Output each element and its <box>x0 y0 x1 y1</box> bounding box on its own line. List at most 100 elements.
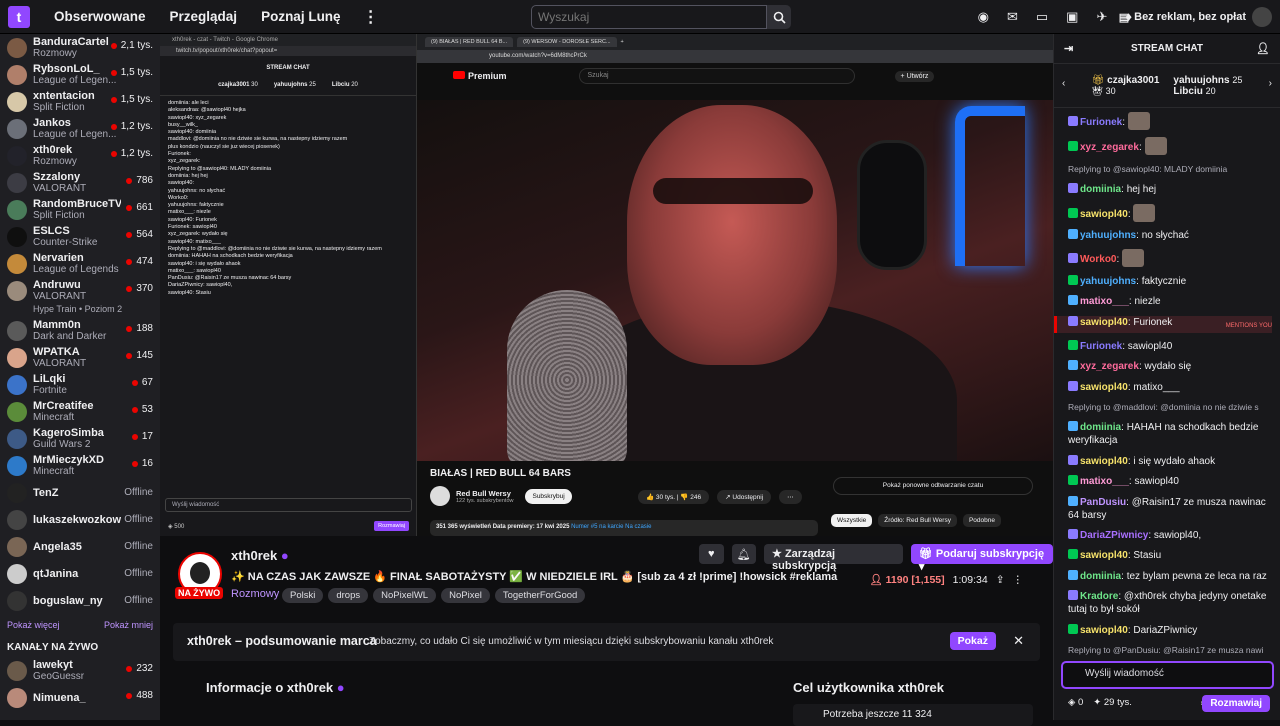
chat-username[interactable]: matixo___ <box>1080 476 1129 487</box>
chat-username[interactable]: Furionek <box>1080 117 1122 128</box>
more-options-icon[interactable]: ⋮ <box>1013 574 1024 586</box>
chat-username[interactable]: Worko0 <box>1080 254 1117 265</box>
stream-player[interactable]: xth0rek - czat - Twitch - Google Chrome … <box>160 34 1053 536</box>
sidebar-channel[interactable]: RandomBruceTV Split Fiction 661 <box>0 196 160 223</box>
chat-username[interactable]: sawiopl40 <box>1080 317 1128 328</box>
show-more-link[interactable]: Pokaż więcej <box>7 620 60 630</box>
user-avatar[interactable] <box>1252 7 1272 27</box>
gift-sub-button[interactable]: 🎁︎ Podaruj subskrypcję ▾ <box>910 544 1054 573</box>
youtube-search[interactable]: Szukaj <box>578 68 855 84</box>
banner-show-button[interactable]: Pokaż <box>949 632 996 650</box>
sidebar-channel[interactable]: Nervarien League of Legends 474 <box>0 250 160 277</box>
nav-luna[interactable]: Poznaj Lunę <box>261 9 341 24</box>
twitch-logo-icon[interactable]: t <box>8 5 30 28</box>
sidebar-channel[interactable]: TenZ Offline <box>0 479 160 506</box>
chat-send-button[interactable]: Rozmawiaj <box>1202 695 1270 712</box>
extensions-icon[interactable]: ✈ <box>1096 9 1107 25</box>
sidebar-channel[interactable]: Nimuena_ 488 <box>0 684 160 711</box>
chat-username[interactable]: sawiopl40 <box>1080 456 1128 467</box>
chat-username[interactable]: sawiopl40 <box>1080 382 1128 393</box>
sidebar-channel[interactable]: boguslaw_ny Offline <box>0 587 160 614</box>
youtube-create-button[interactable]: + Utwórz <box>894 70 935 82</box>
chat-replay-button[interactable]: Pokaż ponowne odtwarzanie czatu <box>833 477 1033 495</box>
share-icon[interactable]: ⇪ <box>996 574 1005 586</box>
close-icon[interactable]: ✕ <box>1013 633 1024 649</box>
chat-username[interactable]: xyz_zegarek <box>1080 142 1139 153</box>
points-indicator[interactable]: ◈ 0 <box>1068 697 1083 708</box>
chip[interactable]: Źródło: Red Bull Wersy <box>878 514 957 527</box>
more-menu-icon[interactable]: ⋮ <box>363 7 379 27</box>
chat-username[interactable]: yahuujohns <box>1080 230 1136 241</box>
sidebar-channel[interactable]: RybsonLoL_ League of Legen... 1,5 tys. <box>0 61 160 88</box>
sidebar-channel[interactable]: qtJanina Offline <box>0 560 160 587</box>
channel-avatar[interactable] <box>430 486 450 506</box>
search-button[interactable] <box>767 5 791 29</box>
video-frame[interactable] <box>417 100 1053 461</box>
streamer-name[interactable]: xth0rek ● <box>231 548 289 563</box>
sidebar-channel[interactable]: xth0rek Rozmowy 1,2 tys. <box>0 142 160 169</box>
sidebar-channel[interactable]: Szzalony VALORANT 786 <box>0 169 160 196</box>
sidebar-channel[interactable]: lawekyt GeoGuessr 232 <box>0 657 160 684</box>
popout-chat-button[interactable]: Rozmawiaj <box>374 521 409 531</box>
sidebar-channel[interactable]: MrCreatifee Minecraft 53 <box>0 398 160 425</box>
notification-bell-icon[interactable]: 🔔︎ <box>731 544 757 564</box>
bits-indicator[interactable]: ✦ 29 tys. <box>1093 697 1132 708</box>
sidebar-channel[interactable]: BandurаCartel Rozmowy 2,1 tys. <box>0 34 160 61</box>
sidebar-channel[interactable]: lukaszekwozkowy Offline <box>0 506 160 533</box>
chip[interactable]: Wszystkie <box>831 514 873 527</box>
subscribe-button[interactable]: Subskrybuj <box>525 488 572 504</box>
chat-username[interactable]: sawiopl40 <box>1080 625 1128 636</box>
channel-name[interactable]: Red Bull Wersy <box>456 489 513 498</box>
tag[interactable]: Polski <box>282 588 324 603</box>
show-less-link[interactable]: Pokaż mniej <box>104 620 153 630</box>
new-tab-icon[interactable]: + <box>621 39 624 45</box>
sidebar-channel[interactable]: Angela35 Offline <box>0 533 160 560</box>
chat-username[interactable]: sawiopl40 <box>1080 550 1128 561</box>
browser-url[interactable]: youtube.com/watch?v=6dM8thcPrCk <box>417 50 1053 63</box>
more-actions-icon[interactable]: ⋯ <box>779 490 802 504</box>
follow-heart-icon[interactable]: ♥ <box>699 544 724 564</box>
sidebar-channel[interactable]: Jankos League of Legen... 1,2 tys. <box>0 115 160 142</box>
video-description[interactable]: 351 365 wyświetleń Data premiery: 17 kwi… <box>430 520 818 536</box>
inbox-icon[interactable]: ✉ <box>1007 9 1018 25</box>
sidebar-channel[interactable]: xntentacion Split Fiction 1,5 tys. <box>0 88 160 115</box>
chip[interactable]: Podobne <box>962 514 1001 527</box>
chat-input[interactable]: Wyślij wiadomość <box>1061 661 1274 689</box>
sidebar-channel[interactable]: Andruwu VALORANT 370 <box>0 277 160 304</box>
notifications-icon[interactable]: ▣ <box>1066 9 1078 25</box>
nav-browse[interactable]: Przeglądaj <box>170 9 238 24</box>
chat-username[interactable]: Furionek <box>1080 341 1122 352</box>
popout-chat-input[interactable]: Wyślij wiadomość <box>165 498 412 512</box>
chevron-right-icon[interactable]: › <box>1269 78 1272 89</box>
browser-tab[interactable]: (9) WERSOW - DOROSŁE SERC... <box>517 37 617 47</box>
drops-icon[interactable]: ◉ <box>978 9 989 25</box>
sidebar-channel[interactable]: ESLCS Counter-Strike 564 <box>0 223 160 250</box>
chat-username[interactable]: PanDusiu <box>1080 497 1126 508</box>
nav-following[interactable]: Obserwowane <box>54 9 146 24</box>
chat-username[interactable]: Kradore <box>1080 591 1118 602</box>
sidebar-channel[interactable]: LiLqki Fortnite 67 <box>0 371 160 398</box>
whispers-icon[interactable]: ▭ <box>1036 9 1048 25</box>
search-input[interactable] <box>531 5 767 29</box>
sidebar-channel[interactable]: WPATKA VALORANT 145 <box>0 344 160 371</box>
chat-username[interactable]: domiinia <box>1080 422 1121 433</box>
chat-username[interactable]: domiinia <box>1080 571 1121 582</box>
chat-username[interactable]: xyz_zegarek <box>1080 361 1139 372</box>
chevron-left-icon[interactable]: ‹ <box>1062 78 1065 89</box>
chat-username[interactable]: DariaZPiwnicy <box>1080 530 1148 541</box>
chat-username[interactable]: domiinia <box>1080 184 1121 195</box>
share-button[interactable]: ↗ Udostępnij <box>717 490 772 504</box>
no-ads-button[interactable]: ▤ Bez reklam, bez opłat <box>1119 7 1246 27</box>
community-icon[interactable]: 👤︎ <box>1256 42 1270 55</box>
youtube-logo[interactable]: Premium <box>453 71 507 81</box>
tag[interactable]: NoPixelWL <box>373 588 437 603</box>
browser-tab[interactable]: (9) BIAŁAS | RED BULL 64 B... <box>425 37 514 47</box>
stream-category[interactable]: Rozmowy <box>231 588 279 600</box>
like-button[interactable]: 👍 30 tys. | 👎 246 <box>638 490 710 504</box>
sidebar-channel[interactable]: MrMieczykXD Minecraft 16 <box>0 452 160 479</box>
tag[interactable]: TogetherForGood <box>494 588 586 603</box>
tag[interactable]: NoPixel <box>441 588 490 603</box>
sidebar-channel[interactable]: Mamm0n Dark and Darker 188 <box>0 317 160 344</box>
chat-username[interactable]: matixo___ <box>1080 296 1129 307</box>
collapse-chat-icon[interactable]: ⇥ <box>1064 42 1073 55</box>
